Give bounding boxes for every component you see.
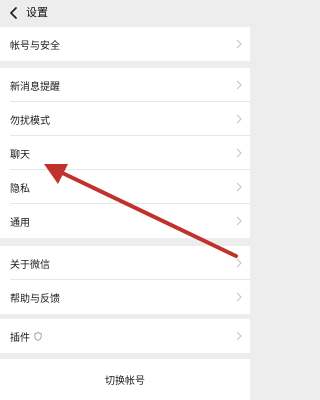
settings-group-main: 新消息提醒 勿扰模式 聊天 隐私 通用 xyxy=(0,68,250,238)
settings-group-plugins: 插件 xyxy=(0,319,250,353)
chevron-right-icon xyxy=(236,216,242,226)
chevron-right-icon xyxy=(236,39,242,49)
chevron-right-icon xyxy=(236,182,242,192)
page-title: 设置 xyxy=(26,6,48,19)
shield-icon xyxy=(34,331,42,341)
settings-group-about: 关于微信 帮助与反馈 xyxy=(0,246,250,314)
chevron-right-icon xyxy=(236,292,242,302)
settings-item-label: 帐号与安全 xyxy=(10,40,60,52)
settings-item-label: 新消息提醒 xyxy=(10,81,60,93)
settings-item-general[interactable]: 通用 xyxy=(0,204,250,238)
settings-item-label: 插件 xyxy=(10,332,30,344)
top-bar: 设置 xyxy=(0,0,250,26)
chevron-right-icon xyxy=(236,80,242,90)
chevron-right-icon xyxy=(236,114,242,124)
settings-item-new-message[interactable]: 新消息提醒 xyxy=(0,68,250,102)
settings-group-account: 帐号与安全 xyxy=(0,27,250,61)
settings-item-plugins[interactable]: 插件 xyxy=(0,319,250,353)
chevron-right-icon xyxy=(236,258,242,268)
settings-item-help-feedback[interactable]: 帮助与反馈 xyxy=(0,280,250,314)
settings-item-label: 隐私 xyxy=(10,183,30,195)
switch-account-button[interactable]: 切换帐号 xyxy=(0,359,250,400)
chevron-right-icon xyxy=(236,148,242,158)
settings-item-privacy[interactable]: 隐私 xyxy=(0,170,250,204)
settings-item-label: 关于微信 xyxy=(10,259,50,271)
settings-item-label: 帮助与反馈 xyxy=(10,293,60,305)
chevron-right-icon xyxy=(236,331,242,341)
back-arrow-icon[interactable] xyxy=(6,5,22,21)
settings-item-label: 通用 xyxy=(10,217,30,229)
settings-item-do-not-disturb[interactable]: 勿扰模式 xyxy=(0,102,250,136)
settings-item-label: 聊天 xyxy=(10,149,30,161)
settings-item-label: 勿扰模式 xyxy=(10,115,50,127)
settings-item-account-security[interactable]: 帐号与安全 xyxy=(0,27,250,61)
settings-item-about-wechat[interactable]: 关于微信 xyxy=(0,246,250,280)
settings-item-chat[interactable]: 聊天 xyxy=(0,136,250,170)
